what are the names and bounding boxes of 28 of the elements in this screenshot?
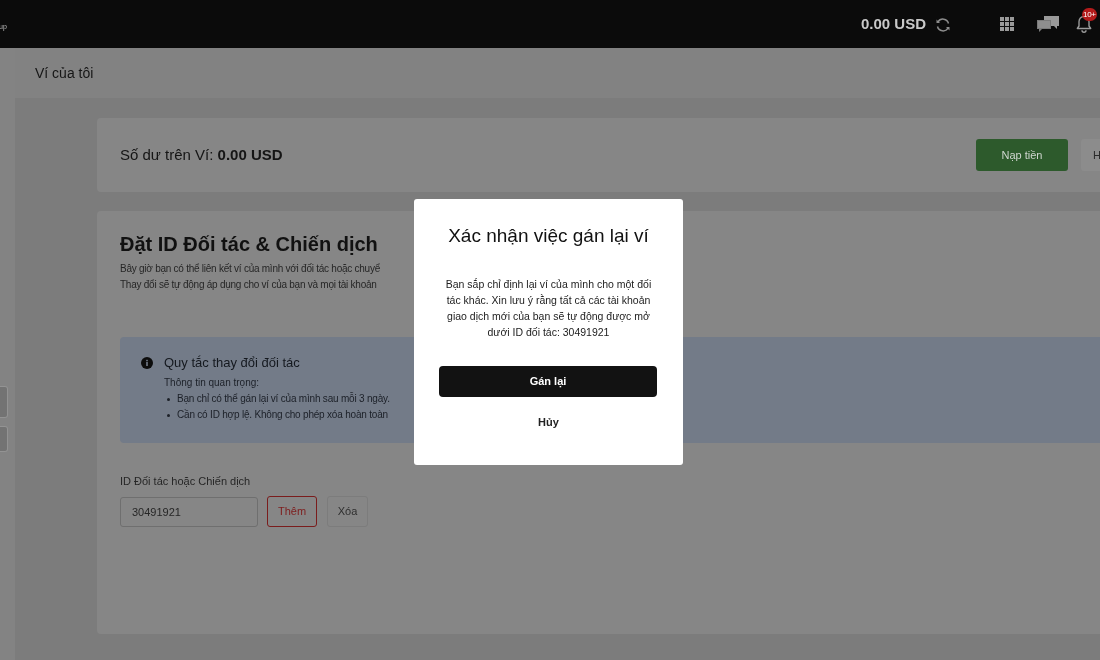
grid-icon[interactable]	[1000, 17, 1014, 31]
bullet-icon	[167, 397, 170, 401]
bell-icon[interactable]	[1076, 15, 1092, 33]
card-title: Đặt ID Đối tác & Chiến dịch	[120, 232, 378, 257]
info-bullet-text: Bạn chỉ có thể gán lại ví của mình sau mỗi 3 ngày.	[177, 391, 390, 406]
bullet-icon	[167, 413, 170, 417]
notification-badge: 10+	[1082, 8, 1097, 21]
cancel-button[interactable]: Hủy	[534, 414, 563, 430]
clear-button[interactable]: Xóa	[327, 496, 368, 527]
secondary-button[interactable]: H	[1081, 139, 1100, 171]
add-button[interactable]: Thêm	[267, 496, 317, 527]
balance-label: Số dư trên Ví: 0.00 USD	[120, 144, 283, 165]
field-label: ID Đối tác hoặc Chiến dịch	[120, 474, 251, 488]
dialog-title: Xác nhận việc gán lại ví	[448, 224, 649, 248]
info-icon	[141, 357, 153, 369]
page-title: Ví của tôi	[35, 63, 94, 83]
partner-id-input[interactable]: 30491921	[120, 496, 258, 527]
deposit-button[interactable]: Nạp tiền	[976, 139, 1068, 171]
description-line: Bây giờ bạn có thể liên kết ví của mình với đối tác hoặc chuyể	[120, 262, 380, 276]
chat-bubbles-icon[interactable]	[1037, 16, 1059, 32]
info-bullet-text: Cần có ID hợp lệ. Không cho phép xóa hoàn toàn	[177, 408, 388, 422]
balance-text: 0.00 USD	[860, 13, 926, 34]
reassign-button[interactable]: Gán lại	[439, 366, 657, 397]
info-title: Quy tắc thay đổi đối tác	[164, 354, 300, 372]
info-subtitle: Thông tin quan trọng:	[164, 376, 260, 390]
refresh-icon[interactable]	[935, 16, 951, 33]
description-line: Thay đổi sẽ tự động áp dụng cho ví của bạn và mọi tài khoản	[120, 278, 377, 292]
dialog-message: Bạn sắp chỉ định lại ví của mình cho một đối tác khác. Xin lưu ý rằng tất cả các tài khoản giao dịch mới của bạn sẽ tự động được mở dưới ID đối tác: 30491921	[444, 277, 653, 340]
